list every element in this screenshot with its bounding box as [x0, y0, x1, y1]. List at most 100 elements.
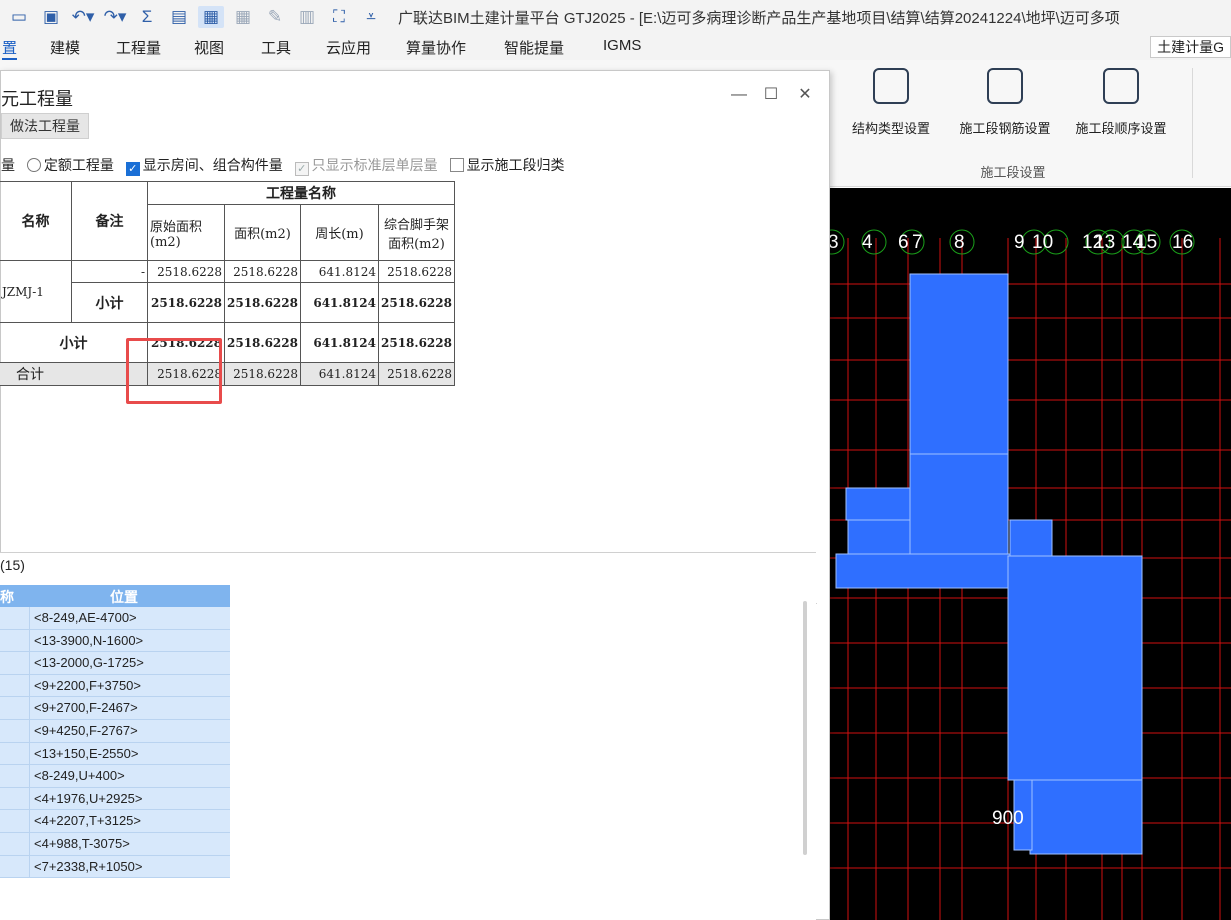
- vertical-scrollbar[interactable]: [803, 601, 807, 855]
- header-area: 面积(m2): [224, 204, 301, 261]
- list-item[interactable]: <4+988,T-3075>: [0, 832, 230, 856]
- menu-collab[interactable]: 算量协作: [406, 37, 466, 58]
- table-cell: 2518.6228: [147, 260, 225, 283]
- list-item[interactable]: <13-2000,G-1725>: [0, 652, 230, 675]
- redo-icon[interactable]: ↷▾: [102, 6, 128, 28]
- menu-smart[interactable]: 智能提量: [504, 37, 564, 58]
- table-cell: 2518.6228: [377, 322, 455, 363]
- list-item[interactable]: <7+2338,R+1050>: [0, 855, 230, 879]
- menu-view[interactable]: 视图: [194, 37, 224, 58]
- axis-label: 15: [1136, 232, 1157, 253]
- axis-label: 6: [898, 232, 909, 253]
- ribbon-separator: [1192, 68, 1193, 178]
- position-list-panel: (15) 称 位置 <8-249,AE-4700> <13-3900,N-160…: [0, 552, 816, 920]
- menu-modeling[interactable]: 建模: [50, 37, 80, 58]
- edit-icon[interactable]: ✎: [262, 6, 288, 28]
- table-cell: 2518.6228: [147, 282, 225, 323]
- list-item[interactable]: <4+2207,T+3125>: [0, 810, 230, 833]
- tab-method-quantity[interactable]: 做法工程量: [1, 113, 89, 139]
- menu-igms[interactable]: IGMS: [603, 37, 641, 54]
- option-quota-quantity[interactable]: 定额工程量: [26, 157, 114, 173]
- option-standard-floor: ✓ 只显示标准层单层量: [294, 157, 438, 176]
- menu-settings[interactable]: 置: [2, 37, 18, 60]
- list-header: 称 位置: [0, 585, 230, 607]
- ribbon-group-label: 施工段设置: [980, 165, 1046, 180]
- axis-label: 13: [1094, 232, 1115, 253]
- dialog-title: 元工程量: [1, 89, 73, 109]
- list-item[interactable]: <8-249,AE-4700>: [0, 607, 230, 630]
- table-cell: 2518.6228: [224, 260, 301, 283]
- window-title: 广联达BIM土建计量平台 GTJ2025 - [E:\迈可多病理诊断产品生产基地…: [398, 9, 1120, 27]
- subtotal-label: 小计: [71, 282, 148, 323]
- axis-label: 9: [1014, 232, 1025, 253]
- row-note: -: [71, 260, 148, 283]
- radio-icon: [26, 158, 41, 172]
- option-show-stage[interactable]: 显示施工段归类: [449, 157, 565, 173]
- table-cell: 2518.6228: [377, 282, 455, 323]
- menu-tools[interactable]: 工具: [261, 37, 291, 58]
- position-list: <8-249,AE-4700> <13-3900,N-1600> <13-200…: [0, 607, 230, 879]
- open-icon[interactable]: ▭: [6, 6, 32, 28]
- undo-icon[interactable]: ↶▾: [70, 6, 96, 28]
- customize-icon[interactable]: ⩡: [358, 6, 384, 28]
- header-scaffold-area: 综合脚手架面积(m2): [377, 204, 455, 261]
- stage-order-button[interactable]: 施工段顺序设置: [1066, 68, 1176, 137]
- plan-drawing: 3 4 6 7 8 9 10 12 13 14 15 16 900: [830, 229, 1231, 920]
- axis-label: 3: [830, 232, 839, 253]
- view-quantity-icon[interactable]: ▤: [166, 6, 192, 28]
- header-quantity-group: 工程量名称: [147, 181, 455, 205]
- list-item[interactable]: <8-249,U+400>: [0, 765, 230, 788]
- table-cell: 2518.6228: [224, 282, 301, 323]
- maximize-icon[interactable]: ☐: [759, 83, 783, 107]
- app-window: ▭ ▣ ↶▾ ↷▾ Σ ▤ ▦ ▦ ✎ ▥ ⛶ ⩡ 广联达BIM土建计量平台 G…: [0, 0, 1231, 920]
- stage-order-icon: [1103, 68, 1139, 104]
- quantity-table: 名称 备注 工程量名称 原始面积(m2) 面积(m2) 周长(m) 综合脚手架面…: [0, 181, 455, 386]
- stage-rebar-icon: [987, 68, 1023, 104]
- checkbox-disabled-icon: ✓: [294, 162, 309, 176]
- dimension-label: 900: [992, 808, 1024, 829]
- list-item[interactable]: <13-3900,N-1600>: [0, 629, 230, 653]
- table-cell: 2518.6228: [377, 260, 455, 283]
- table-cell: 641.8124: [299, 322, 379, 363]
- axis-label: 10: [1032, 232, 1053, 253]
- header-name: 称: [0, 589, 14, 605]
- axis-label: 16: [1172, 232, 1193, 253]
- list-item[interactable]: <4+1976,U+2925>: [0, 787, 230, 811]
- menu-cloud[interactable]: 云应用: [326, 37, 371, 58]
- axis-label: 8: [954, 232, 965, 253]
- product-tab[interactable]: 土建计量G: [1150, 36, 1231, 58]
- structure-type-icon: [873, 68, 909, 104]
- menu-bar: 置 建模 工程量 视图 工具 云应用 算量协作 智能提量 IGMS 土建计量G: [0, 34, 1231, 60]
- display-options: 量 定额工程量 ✓ 显示房间、组合构件量 ✓ 只显示标准层单层量 显示施工段归类: [1, 155, 573, 176]
- list-item[interactable]: <13+150,E-2550>: [0, 742, 230, 766]
- title-bar: ▭ ▣ ↶▾ ↷▾ Σ ▤ ▦ ▦ ✎ ▥ ⛶ ⩡ 广联达BIM土建计量平台 G…: [0, 0, 1231, 34]
- structure-type-button[interactable]: 结构类型设置: [836, 68, 946, 137]
- header-note: 备注: [71, 181, 148, 261]
- stage-rebar-button[interactable]: 施工段钢筋设置: [950, 68, 1060, 137]
- close-icon[interactable]: ✕: [793, 83, 817, 107]
- option-quantity-label: 量: [1, 157, 15, 173]
- list-item[interactable]: <9+2700,F-2467>: [0, 697, 230, 720]
- fit-icon[interactable]: ⛶: [326, 6, 352, 28]
- print-icon[interactable]: ▥: [294, 6, 320, 28]
- dialog-tabs: 做法工程量: [1, 113, 89, 139]
- list-item[interactable]: <9+2200,F+3750>: [0, 674, 230, 698]
- table-cell: 2518.6228: [147, 362, 225, 386]
- table-icon[interactable]: ▦: [230, 6, 256, 28]
- list-item[interactable]: <9+4250,F-2767>: [0, 719, 230, 743]
- axis-label: 7: [912, 232, 923, 253]
- menu-quantity[interactable]: 工程量: [116, 37, 161, 58]
- axis-label: 4: [862, 232, 873, 253]
- grid-quantity-icon[interactable]: ▦: [198, 6, 224, 28]
- checkbox-checked-icon: ✓: [125, 162, 140, 176]
- list-count: (15): [0, 557, 25, 573]
- total-label: 合计: [0, 362, 148, 386]
- drawing-canvas[interactable]: 3 4 6 7 8 9 10 12 13 14 15 16 900: [830, 188, 1231, 920]
- header-perimeter: 周长(m): [299, 204, 379, 261]
- subtotal-label: 小计: [0, 322, 148, 363]
- save-icon[interactable]: ▣: [38, 6, 64, 28]
- minimize-icon[interactable]: —: [727, 83, 751, 107]
- sum-icon[interactable]: Σ: [134, 6, 160, 28]
- option-show-rooms[interactable]: ✓ 显示房间、组合构件量: [125, 157, 283, 176]
- header-position: 位置: [110, 589, 138, 605]
